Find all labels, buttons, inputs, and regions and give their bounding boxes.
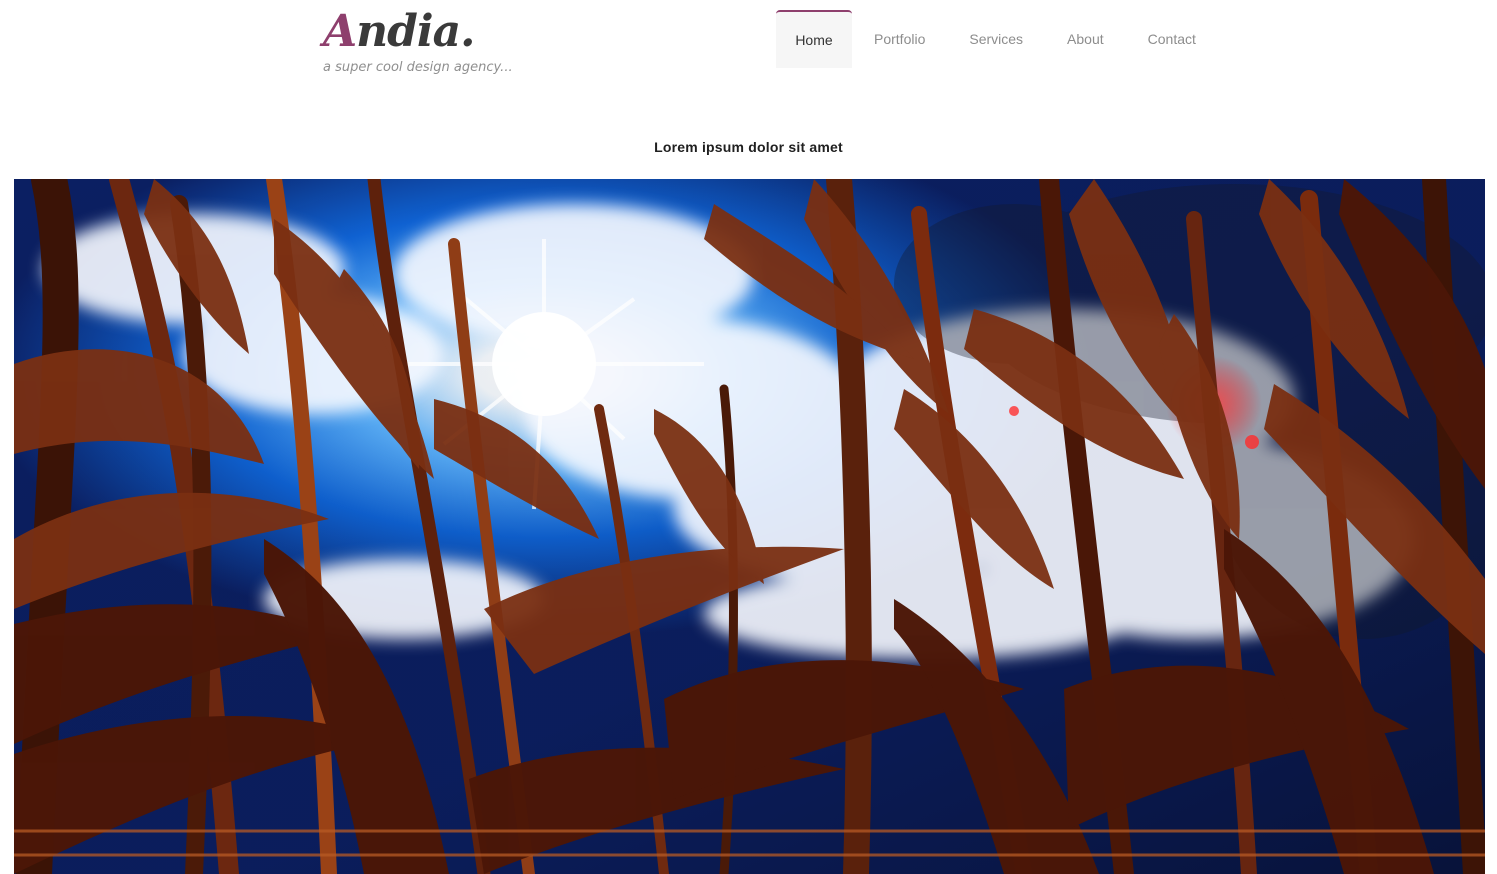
nav-about[interactable]: About (1045, 10, 1126, 68)
cornfield-sky-illustration (14, 179, 1485, 874)
nav-home[interactable]: Home (776, 10, 852, 68)
brand-name: Andia. (323, 2, 543, 62)
brand-name-rest: ndia. (356, 6, 475, 57)
nav-portfolio[interactable]: Portfolio (852, 10, 947, 68)
hero-image (14, 179, 1485, 874)
nav-services[interactable]: Services (947, 10, 1045, 68)
section-heading: Lorem ipsum dolor sit amet (654, 139, 843, 156)
brand-initial: A (323, 6, 357, 57)
page: Andia. a super cool design agency... Hom… (0, 0, 1497, 874)
site-logo[interactable]: Andia. a super cool design agency... (323, 2, 543, 75)
brand-tagline: a super cool design agency... (323, 60, 513, 75)
nav-contact[interactable]: Contact (1126, 10, 1218, 68)
main-navigation: Home Portfolio Services About Contact (776, 10, 1218, 68)
